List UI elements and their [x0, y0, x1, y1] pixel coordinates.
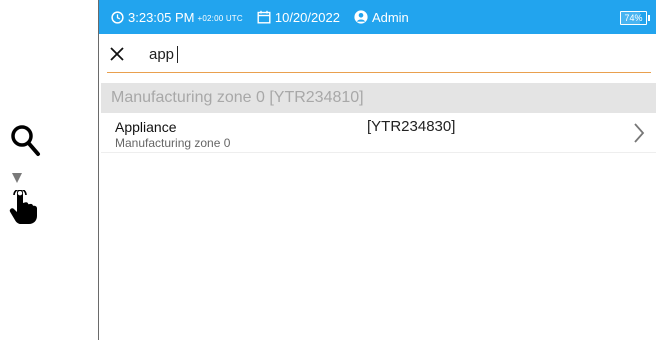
search-underline [107, 72, 651, 73]
result-group-header: Manufacturing zone 0 [YTR234810] [101, 83, 656, 113]
battery-icon: 74% [620, 11, 647, 25]
result-code: [YTR234830] [367, 118, 456, 135]
status-date: 10/20/2022 [257, 10, 340, 25]
close-icon[interactable] [109, 46, 125, 62]
search-icon [11, 125, 40, 156]
status-user: Admin [354, 10, 409, 25]
instruction-hint [0, 0, 98, 340]
arrow-down-icon [12, 173, 22, 183]
clock-icon [111, 10, 124, 24]
battery-indicator: 74% [620, 11, 650, 25]
user-icon [354, 10, 368, 24]
battery-text: 74% [624, 13, 643, 23]
calendar-icon [257, 10, 271, 24]
date-text: 10/20/2022 [274, 9, 340, 25]
search-input[interactable] [149, 43, 509, 65]
battery-tip [648, 15, 650, 21]
user-text: Admin [371, 9, 409, 25]
status-bar: 3:23:05 PM +02:00 UTC 10/20/2022 Admin 7… [99, 0, 656, 34]
tap-hand-icon [9, 190, 37, 224]
result-name: Appliance [115, 119, 177, 135]
result-item[interactable]: Appliance Manufacturing zone 0 [YTR23483… [101, 113, 656, 153]
chevron-right-icon[interactable] [633, 122, 645, 144]
device-screen: 3:23:05 PM +02:00 UTC 10/20/2022 Admin 7… [98, 0, 656, 340]
text-caret [177, 46, 178, 63]
result-subtitle: Manufacturing zone 0 [115, 136, 231, 150]
search-bar [99, 34, 656, 74]
timezone-text: +02:00 UTC [197, 13, 243, 23]
page: 3:23:05 PM +02:00 UTC 10/20/2022 Admin 7… [0, 0, 656, 340]
time-text: 3:23:05 PM [128, 9, 195, 25]
status-time: 3:23:05 PM +02:00 UTC [111, 10, 243, 25]
